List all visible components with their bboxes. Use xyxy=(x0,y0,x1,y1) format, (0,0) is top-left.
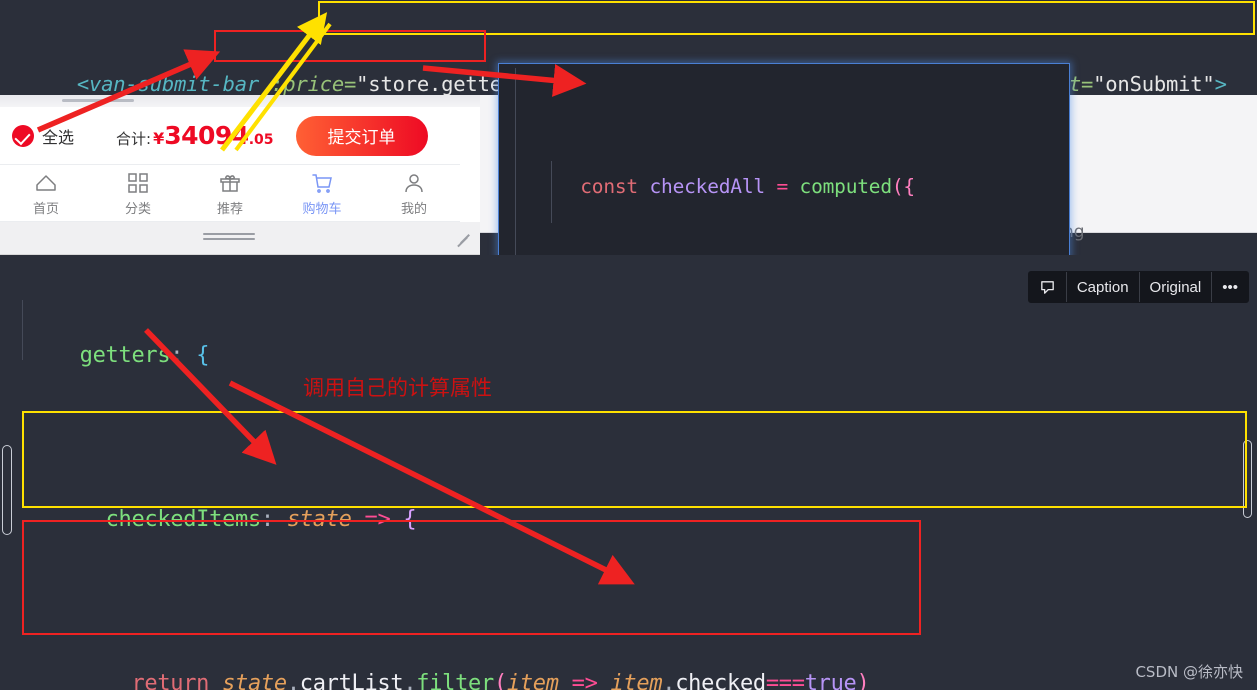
device-footer xyxy=(0,222,480,254)
tab-label-cart: 购物车 xyxy=(302,201,342,217)
screenshot-root: <van-submit-bar :price="store.getters.to… xyxy=(0,0,1257,690)
annotation-note: 调用自己的计算属性 xyxy=(303,376,492,400)
tab-item-profile[interactable]: 我的 xyxy=(368,166,460,221)
editor-scrollbar-right[interactable] xyxy=(1243,440,1252,518)
editor-code-line-2: checkedItems: state => { xyxy=(105,507,417,532)
check-icon[interactable] xyxy=(12,124,34,147)
home-icon xyxy=(36,174,56,191)
tab-label-home: 首页 xyxy=(32,201,59,217)
indent-guide xyxy=(551,161,552,223)
editor-code-line-1: getters: { xyxy=(79,343,210,368)
footer-grip-handle[interactable] xyxy=(203,233,255,242)
popup-code-line-1: const checkedAll = computed({ xyxy=(580,175,915,198)
floating-code-popup[interactable]: const checkedAll = computed({ get: () =>… xyxy=(498,63,1070,259)
editor-code-line-3: return state.cartList.filter(item => ite… xyxy=(131,671,870,690)
gift-icon xyxy=(220,174,240,192)
tab-item-cart[interactable]: 购物车 xyxy=(276,166,368,221)
caption-button[interactable]: Caption xyxy=(1067,272,1140,302)
more-options-button[interactable]: ••• xyxy=(1212,272,1248,302)
tab-label-profile: 我的 xyxy=(400,201,427,217)
tab-item-category[interactable]: 分类 xyxy=(92,166,184,221)
tab-item-home[interactable]: 首页 xyxy=(0,166,92,221)
tab-item-recommend[interactable]: 推荐 xyxy=(184,166,276,221)
tab-label-category: 分类 xyxy=(124,201,151,217)
indent-guide xyxy=(22,556,23,610)
media-toolbar[interactable]: Caption Original ••• xyxy=(1027,271,1249,303)
price-integer: 34094 xyxy=(164,121,249,150)
editor-scrollbar-left[interactable] xyxy=(2,445,12,535)
select-all-label: 全选 xyxy=(42,127,75,147)
csdn-watermark: CSDN @徐亦快 xyxy=(1135,663,1243,681)
person-icon xyxy=(405,173,423,192)
submit-order-button[interactable]: 提交订单 xyxy=(295,115,428,156)
total-label: 合计: xyxy=(116,130,152,148)
device-top-edge xyxy=(0,95,480,107)
comment-icon[interactable] xyxy=(1029,272,1067,302)
device-preview-panel[interactable]: 全选 合计: ¥ 34094 .05 提交订单 首页 分类 推荐 购物车 我的 xyxy=(0,95,480,255)
resize-handle-icon[interactable] xyxy=(454,230,472,248)
submit-bar: 全选 合计: ¥ 34094 .05 提交订单 xyxy=(0,107,460,165)
total-price: 合计: ¥ 34094 .05 xyxy=(116,121,274,150)
price-decimal: .05 xyxy=(248,132,274,148)
main-code-editor[interactable]: getters: { checkedItems: state => { retu… xyxy=(0,255,1257,690)
original-button[interactable]: Original xyxy=(1140,272,1213,302)
indent-guide xyxy=(515,68,516,256)
indent-guide xyxy=(22,300,23,360)
indent-guide xyxy=(22,448,23,502)
currency-symbol: ¥ xyxy=(153,129,165,148)
drag-grabber[interactable] xyxy=(62,99,134,102)
select-all-checkbox[interactable]: 全选 xyxy=(12,124,74,148)
bottom-tabbar: 首页 分类 推荐 购物车 我的 xyxy=(0,166,460,222)
tab-label-recommend: 推荐 xyxy=(216,201,243,217)
cart-icon xyxy=(312,173,332,193)
grid-icon xyxy=(128,172,148,193)
